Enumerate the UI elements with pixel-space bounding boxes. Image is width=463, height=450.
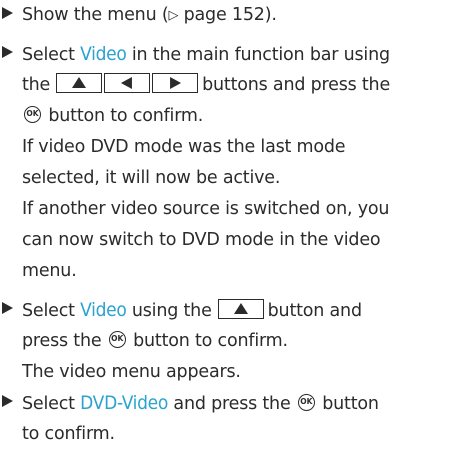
manual-page: Show the menu (▷ page 152). Select Video… — [0, 0, 463, 450]
page-reference-icon: ▷ — [168, 8, 179, 23]
step-select-video: Select Video using the button and press t… — [0, 295, 463, 388]
keyword-video: Video — [80, 299, 127, 321]
step-line: The video menu appears. — [22, 362, 241, 382]
triangle-right-bullet-icon — [2, 395, 13, 407]
note-line: If video DVD mode was the last mode — [22, 137, 346, 157]
note-line: If another video source is switched on, … — [22, 199, 390, 219]
step-line: Select DVD-Video and press the OK button — [22, 392, 379, 414]
triangle-right-bullet-icon — [2, 7, 13, 19]
step-line: press the OK button to confirm. — [22, 330, 288, 351]
note-line: can now switch to DVD mode in the video — [22, 230, 381, 250]
step-line: OK button to confirm. — [22, 101, 463, 132]
ok-button-icon: OK — [108, 330, 126, 348]
up-arrow-key-icon — [217, 299, 264, 319]
step-line: Select Video in the main function bar us… — [22, 43, 390, 65]
keyword-dvd-video: DVD-Video — [80, 392, 169, 414]
step-select-video-main-bar: Select Video in the main function bar us… — [0, 39, 463, 287]
step-line: to confirm. — [22, 424, 115, 444]
step-line: Show the menu (▷ page 152). — [22, 0, 463, 31]
arrow-keys-group — [217, 299, 264, 319]
triangle-right-bullet-icon — [2, 46, 13, 58]
note-line: menu. — [22, 261, 77, 281]
step-line: Select Video using the button and — [22, 299, 362, 321]
arrow-keys-group — [56, 73, 199, 93]
left-arrow-key-icon — [104, 73, 151, 93]
step-select-dvd-video: Select DVD-Video and press the OK button… — [0, 388, 463, 450]
right-arrow-key-icon — [152, 73, 199, 93]
up-arrow-key-icon — [56, 73, 103, 93]
note-line: selected, it will now be active. — [22, 168, 281, 188]
ok-button-icon: OK — [297, 393, 315, 411]
step-show-menu: Show the menu (▷ page 152). — [0, 0, 463, 31]
keyword-video: Video — [80, 43, 127, 65]
triangle-right-bullet-icon — [2, 302, 13, 314]
ok-button-icon: OK — [24, 105, 41, 123]
step-line: the buttons and press the — [22, 73, 391, 95]
